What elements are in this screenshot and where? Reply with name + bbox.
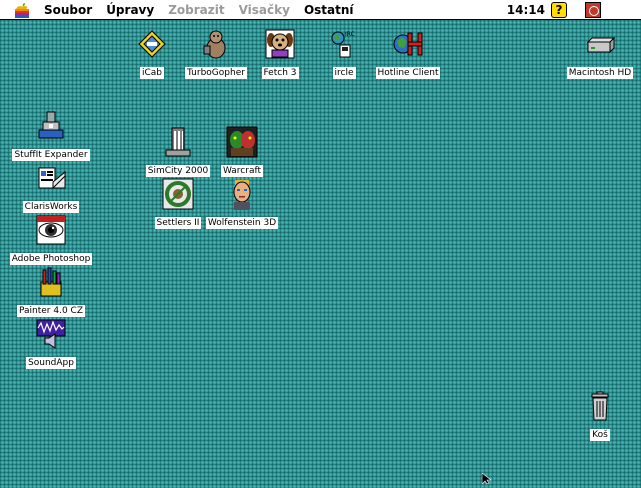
wolfenstein-glyph-icon <box>226 178 258 210</box>
painter-icon[interactable]: Painter 4.0 CZ <box>6 266 96 317</box>
photoshop-icon[interactable]: Adobe Photoshop <box>6 214 96 265</box>
macintosh-hd-label: Macintosh HD <box>566 67 634 79</box>
painter-glyph-icon <box>35 266 67 298</box>
menu-soubor[interactable]: Soubor <box>37 0 99 20</box>
hotline-label: Hotline Client <box>375 67 441 79</box>
menu-upravy[interactable]: Úpravy <box>99 0 161 20</box>
gopher-glyph-icon <box>200 28 232 60</box>
trash-icon[interactable]: Koš <box>555 390 641 441</box>
hotline-glyph-icon <box>392 28 424 60</box>
simcity-glyph-icon <box>162 126 194 158</box>
help-icon[interactable]: ? <box>551 2 567 18</box>
macintosh-hd-icon[interactable]: Macintosh HD <box>555 28 641 79</box>
soundapp-glyph-icon <box>35 318 67 350</box>
application-menu-icon[interactable] <box>585 2 601 18</box>
settlers-label: Settlers II <box>154 217 202 229</box>
menu-zobrazit[interactable]: Zobrazit <box>161 0 231 20</box>
hotline-icon[interactable]: Hotline Client <box>363 28 453 79</box>
clarisworks-label: ClarisWorks <box>22 201 80 213</box>
photoshop-glyph-icon <box>35 214 67 246</box>
ircle-label: ircle <box>332 67 356 79</box>
warcraft-glyph-icon <box>226 126 258 158</box>
warcraft-icon[interactable]: Warcraft <box>197 126 287 177</box>
clarisworks-icon[interactable]: ClarisWorks <box>6 162 96 213</box>
hard-disk-icon <box>584 28 616 60</box>
ircle-glyph-icon: IRC <box>328 28 360 60</box>
stuffit-glyph-icon <box>35 110 67 142</box>
wolfenstein-label: Wolfenstein 3D <box>205 217 279 229</box>
clarisworks-glyph-icon <box>35 162 67 194</box>
menu-ostatni[interactable]: Ostatní <box>297 0 361 20</box>
soundapp-label: SoundApp <box>26 357 76 369</box>
warcraft-label: Warcraft <box>220 165 264 177</box>
menu-visacky[interactable]: Visačky <box>232 0 297 20</box>
soundapp-icon[interactable]: SoundApp <box>6 318 96 369</box>
trash-can-icon <box>584 390 616 422</box>
stuffit-icon[interactable]: StuffIt Expander <box>6 110 96 161</box>
apple-menu-icon[interactable] <box>15 2 29 18</box>
menu-bar: Soubor Úpravy Zobrazit Visačky Ostatní 1… <box>0 0 641 20</box>
wolfenstein-icon[interactable]: Wolfenstein 3D <box>197 178 287 229</box>
settlers-glyph-icon <box>162 178 194 210</box>
trash-label: Koš <box>590 429 610 441</box>
menubar-clock[interactable]: 14:14 <box>507 0 545 20</box>
svg-text:IRC: IRC <box>345 31 355 38</box>
icab-label: iCab <box>139 67 164 79</box>
stuffit-label: StuffIt Expander <box>12 149 90 161</box>
fetch-label: Fetch 3 <box>261 67 299 79</box>
photoshop-label: Adobe Photoshop <box>9 253 93 265</box>
painter-label: Painter 4.0 CZ <box>17 305 85 317</box>
icab-glyph-icon <box>136 28 168 60</box>
mouse-cursor-icon <box>481 469 493 485</box>
dog-glyph-icon <box>264 28 296 60</box>
